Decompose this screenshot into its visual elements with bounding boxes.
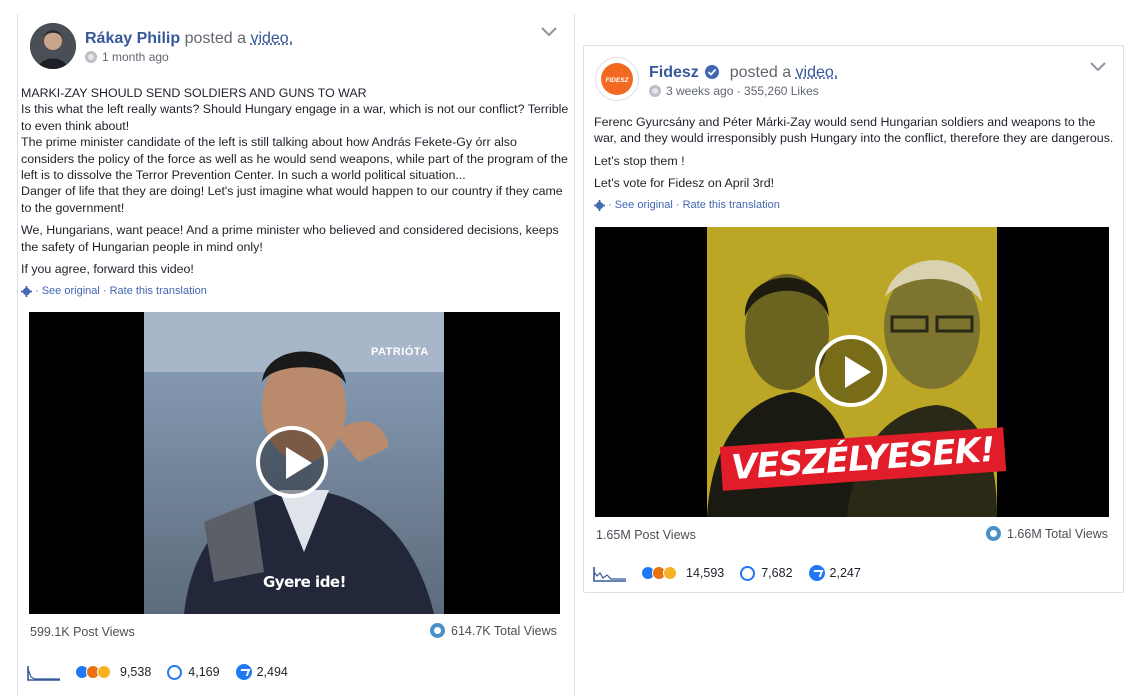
verified-badge-icon [705, 65, 720, 79]
chevron-down-icon[interactable] [1090, 62, 1106, 72]
channel-watermark: PATRIÓTA [371, 346, 429, 358]
page-avatar[interactable]: FIDESZ [595, 57, 639, 101]
author-avatar[interactable] [30, 23, 76, 69]
reactions-icons [75, 665, 111, 679]
comment-icon [167, 664, 183, 680]
video-link[interactable]: video. [796, 64, 839, 81]
gear-icon [21, 285, 32, 297]
chevron-down-icon[interactable] [541, 27, 557, 37]
total-views: 614.7K Total Views [430, 623, 557, 638]
play-button[interactable] [256, 426, 328, 498]
avatar-portrait-icon [30, 23, 76, 69]
post-card-rakay: Rákay Philip posted a video. 1 month ago… [17, 13, 575, 697]
post-card-fidesz: FIDESZ Fidesz posted a video. 3 weeks ag… [583, 45, 1124, 593]
post-paragraph: Let's stop them ! [594, 153, 685, 168]
haha-icon [97, 665, 111, 679]
see-original-link[interactable]: · See original · Rate this translation [608, 199, 780, 211]
post-body: Ferenc Gyurcsány and Péter Márki-Zay wou… [594, 114, 1116, 198]
post-header: Rákay Philip posted a video. 1 month ago [18, 13, 574, 73]
author-name[interactable]: Rákay Philip [85, 30, 180, 47]
globe-icon [649, 85, 661, 97]
post-paragraph: If you agree, forward this video! [21, 262, 194, 277]
play-button[interactable] [815, 335, 887, 407]
engagement-bar: 9,538 4,169 2,494 [27, 663, 304, 681]
video-link[interactable]: video. [250, 30, 293, 47]
globe-icon [85, 51, 97, 63]
post-paragraph: MARKI-ZAY SHOULD SEND SOLDIERS AND GUNS … [21, 86, 569, 215]
haha-icon [663, 566, 677, 580]
post-timestamp[interactable]: 3 weeks ago · 355,260 Likes [666, 84, 819, 98]
views-icon [430, 623, 445, 638]
engagement-bar: 14,593 7,682 2,247 [593, 564, 877, 582]
logo-text: FIDESZ [605, 77, 629, 84]
comment-icon [740, 565, 756, 581]
share-icon [235, 664, 252, 680]
reactions-count[interactable]: 14,593 [686, 566, 724, 580]
gear-icon [594, 199, 605, 211]
share-icon [808, 565, 825, 581]
shares[interactable]: 2,247 [808, 565, 861, 581]
sparkline-icon [27, 666, 60, 681]
reactions-icons [641, 566, 677, 580]
total-views: 1.66M Total Views [986, 526, 1108, 541]
video-player[interactable]: PATRIÓTA Gyere ide! [29, 312, 560, 614]
translation-bar: · See original · Rate this translation [594, 199, 780, 211]
see-original-link[interactable]: · See original · Rate this translation [35, 285, 207, 297]
post-action: posted a video. [729, 64, 839, 81]
comments[interactable]: 7,682 [740, 565, 793, 581]
author-name[interactable]: Fidesz [649, 64, 699, 81]
post-views: 1.65M Post Views [596, 528, 696, 542]
video-caption: Gyere ide! [263, 573, 346, 591]
reactions-count[interactable]: 9,538 [120, 665, 151, 679]
post-action: posted a video. [184, 30, 294, 47]
post-paragraph: Ferenc Gyurcsány and Péter Márki-Zay wou… [594, 115, 1114, 146]
translation-bar: · See original · Rate this translation [21, 285, 207, 297]
post-body: MARKI-ZAY SHOULD SEND SOLDIERS AND GUNS … [21, 85, 573, 283]
fidesz-logo-icon: FIDESZ [601, 63, 633, 95]
post-header: FIDESZ Fidesz posted a video. 3 weeks ag… [584, 46, 1123, 106]
views-icon [986, 526, 1001, 541]
video-player[interactable]: VESZÉLYESEK! [595, 227, 1109, 517]
post-views: 599.1K Post Views [30, 625, 135, 639]
shares[interactable]: 2,494 [235, 664, 288, 680]
post-paragraph: Let's vote for Fidesz on April 3rd! [594, 176, 775, 191]
post-paragraph: We, Hungarians, want peace! And a prime … [21, 223, 559, 254]
sparkline-icon [593, 567, 626, 582]
comments[interactable]: 4,169 [167, 664, 220, 680]
post-timestamp[interactable]: 1 month ago [102, 50, 169, 64]
